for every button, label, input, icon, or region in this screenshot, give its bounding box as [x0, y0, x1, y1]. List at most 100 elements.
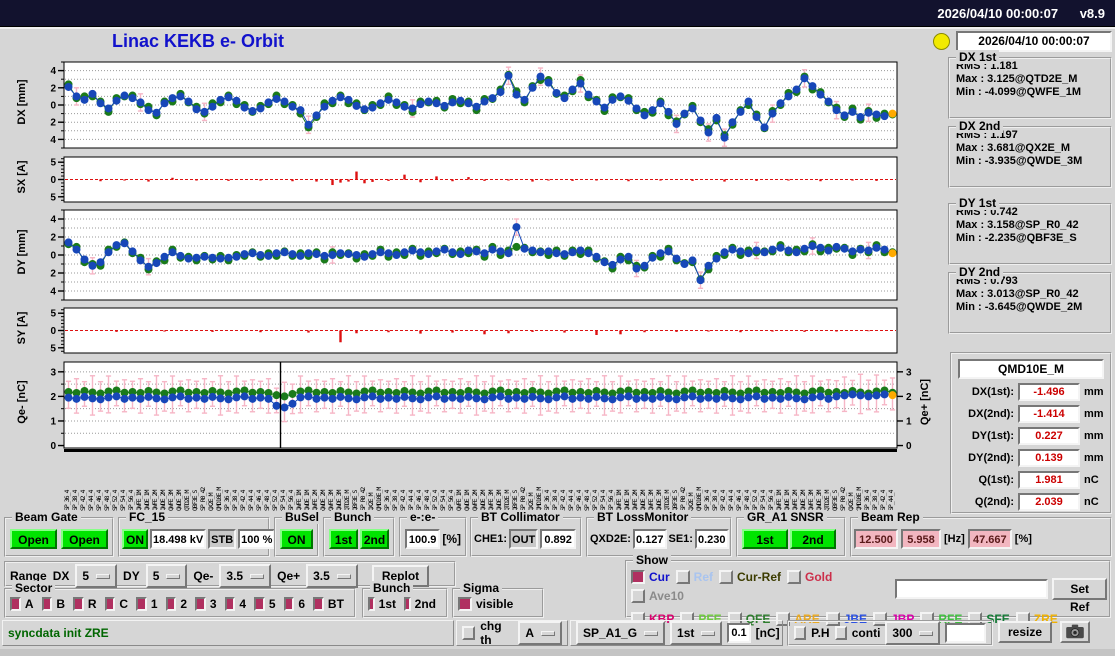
bpm-name-tick: SP_54_4 [439, 490, 447, 511]
monitor-row-label: Q(2nd): [974, 496, 1014, 508]
bpm-name-tick: SP_38_4 [551, 490, 559, 511]
chg-th-checkbox[interactable] [462, 626, 476, 640]
bpm-name-tick: QWFE_1M [455, 490, 463, 511]
sector-checkbox-b[interactable] [41, 597, 53, 611]
fc15-on-button[interactable]: ON [122, 529, 148, 549]
svg-text:0: 0 [50, 251, 56, 262]
sector-checkbox-a[interactable] [10, 597, 21, 611]
beam-gate-open1-button[interactable]: Open [10, 529, 57, 549]
sector-checkbox-2[interactable] [165, 597, 177, 611]
sector-select[interactable]: A [518, 621, 562, 645]
bpm-name-tick: SP_56_4 [287, 490, 295, 511]
gr-a1-1st-button[interactable]: 1st [742, 529, 788, 549]
sector-checkbox-3[interactable] [195, 597, 206, 611]
monitor-row-label: DY(1st): [971, 430, 1014, 442]
range-dy-select[interactable]: 5 [145, 564, 188, 588]
range-qep-select[interactable]: 3.5 [306, 564, 358, 588]
sector-checkbox-4[interactable] [224, 597, 236, 611]
sector-label-a: A [24, 597, 34, 611]
bpm-name-tick: SP_44_4 [887, 490, 895, 511]
chg-th-area: chg th A [456, 619, 568, 647]
bunch-bottom-label: Bunch [370, 581, 414, 595]
fc15-pct-value: 100 % [238, 529, 276, 549]
bpm-name-tick: SP_38_4 [231, 490, 239, 511]
bunch-checkbox-2nd[interactable] [404, 597, 411, 611]
beam-gate-group: Beam Gate Open Open [4, 510, 114, 557]
plot-sya[interactable]: 5 0 -5 [47, 307, 928, 361]
sigma-checkbox-visible[interactable] [458, 597, 472, 611]
show-checkbox-gold[interactable] [787, 570, 802, 584]
show-checkbox-cur-ref[interactable] [719, 570, 734, 584]
ref-name-input[interactable] [894, 579, 1049, 599]
show-checkbox-ref[interactable] [675, 570, 690, 584]
range-qem-select[interactable]: 3.5 [219, 564, 272, 588]
bunch-1st-button[interactable]: 1st [329, 529, 358, 549]
beam-rep-value1: 12.500 [854, 529, 898, 549]
show-label: Gold [805, 570, 833, 584]
sector-label: Sector [12, 581, 56, 595]
channel-select[interactable]: SP_A1_G [576, 621, 666, 645]
monitor-row-unit: mm [1084, 386, 1104, 398]
count-select[interactable]: 300 [885, 621, 941, 645]
beam-gate-open2-button[interactable]: Open [61, 529, 108, 549]
fc15-stb-indicator[interactable]: STB [208, 529, 237, 549]
content-top-edge [0, 27, 1115, 29]
status-bar: syncdata init ZRE chg th A SP_A1_G 1st 0… [2, 619, 1113, 647]
resize-button[interactable]: resize [998, 621, 1053, 643]
sector-checkbox-6[interactable] [283, 597, 295, 611]
screenshot-button[interactable] [1060, 621, 1090, 643]
sigma-label-visible: visible [476, 597, 514, 611]
busel-on-button[interactable]: ON [280, 529, 313, 549]
bpm-name-tick: SP_56_4 [607, 490, 615, 511]
svg-text:2: 2 [50, 83, 56, 94]
bpm-name-tick: SP_46_4 [735, 490, 743, 511]
bpm-name-tick: SP_54_4 [279, 490, 287, 511]
bpm-name-tick: SP_56_4 [767, 490, 775, 511]
count-input[interactable] [945, 623, 986, 643]
conti-checkbox[interactable] [834, 626, 847, 640]
plot-dxmm[interactable]: 4 2 0 -2 -4 [47, 61, 928, 156]
bpm-name-tick: QWFE_2M [471, 490, 479, 511]
range-dx-select[interactable]: 5 [75, 564, 118, 588]
sector-checkbox-c[interactable] [104, 597, 116, 611]
status-message-area: syncdata init ZRE [2, 620, 454, 646]
option-menu-dash-icon [541, 630, 555, 636]
bunch-2nd-button[interactable]: 2nd [360, 529, 389, 549]
y-axis-title: DX [mm] [16, 79, 28, 125]
option-menu-dash-icon [250, 573, 265, 579]
monitor-name[interactable]: QMD10E_M [958, 359, 1104, 379]
bpm-name-tick: QWDE_1M [623, 490, 631, 511]
ee-ratio-group: e-:e- 100.9 [%] [399, 510, 467, 557]
range-dy-label: DY [123, 569, 140, 583]
window-titlebar: 2026/04/10 00:00:07 v8.9 [0, 0, 1115, 27]
option-menu-dash-icon [644, 630, 659, 636]
svg-text:2: 2 [906, 392, 912, 403]
bt-lossmonitor-label: BT LossMonitor [594, 510, 692, 524]
show-checkbox-ave10[interactable] [631, 589, 645, 603]
threshold-input[interactable]: 0.1 [727, 623, 751, 643]
svg-text:-4: -4 [50, 287, 56, 298]
sector-checkbox-1[interactable] [136, 597, 147, 611]
sector-checkbox-r[interactable] [73, 597, 84, 611]
plot-dymm[interactable]: 4 2 0 -2 -4 [47, 209, 928, 308]
plot-sxa[interactable]: 5 0 -5 [47, 156, 928, 210]
bpm-name-tick: SP_42_4 [399, 490, 407, 511]
show-checkbox-cur[interactable] [631, 570, 645, 584]
bunch-checkbox-1st[interactable] [368, 597, 375, 611]
plot-qenc[interactable]: 3 2 1 0 3 2 1 0 [50, 361, 928, 456]
bpm-name-tick: SP_48_4 [743, 490, 751, 511]
bpm-name-tick: SP_44_4 [407, 490, 415, 511]
bpm-name-tick: QWDE_1M [783, 490, 791, 511]
che1-state[interactable]: OUT [509, 529, 539, 549]
sector-checkbox-5[interactable] [254, 597, 265, 611]
bt-collimator-label: BT Collimator [478, 510, 563, 524]
set-ref-button[interactable]: Set Ref [1052, 578, 1107, 614]
bpm-name-tick: SP_42_4 [79, 490, 87, 511]
bpm-name-tick: QWFE_1M [295, 490, 303, 511]
fc15-label: FC_15 [126, 510, 169, 524]
bunch-select[interactable]: 1st [670, 621, 723, 645]
gr-a1-2nd-button[interactable]: 2nd [790, 529, 836, 549]
monitor-row: Q(2nd): 2.039 nC [952, 491, 1110, 513]
sector-checkbox-bt[interactable] [313, 597, 324, 611]
ph-checkbox[interactable] [794, 626, 807, 640]
